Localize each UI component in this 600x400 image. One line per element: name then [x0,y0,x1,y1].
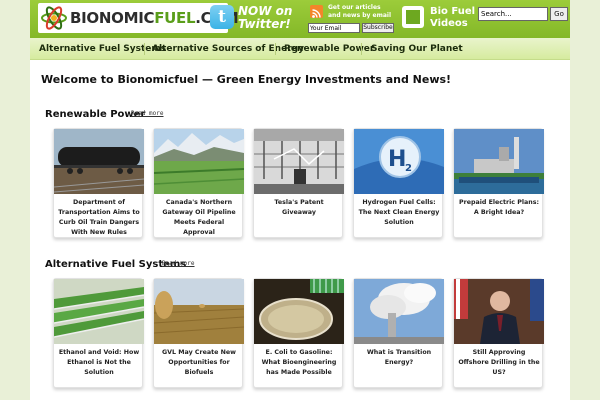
subscribe-text: Get our articles and news by email [328,4,391,20]
nav-divider [144,43,145,55]
logo-part-2: FUEL [154,9,196,27]
read-more-link[interactable]: Read more [131,110,164,117]
twitter-line-1: NOW on [238,4,293,18]
tesla-lab-image [254,129,344,194]
hay-bale-field-image [154,279,244,344]
article-card[interactable]: Ethanol and Void: How Ethanol is Not the… [53,278,144,388]
site-logo[interactable]: BIONOMICFUEL.COM [38,3,239,33]
power-plant-image [454,129,544,194]
film-icon [402,6,424,28]
svg-text:H: H [388,147,406,172]
article-caption: Canada's Northern Gateway Oil Pipeline M… [162,199,236,236]
email-input[interactable] [308,23,360,33]
search-go-button[interactable]: Go [550,7,568,21]
subscribe-line-2: and news by email [328,12,392,19]
nav-item-saving-our-planet[interactable]: Saving Our Planet [371,44,463,54]
videos-label: Bio Fuel Videos [430,6,475,30]
article-caption: Department of Transportation Aims to Cur… [58,199,140,236]
article-card[interactable]: What is Transition Energy? [353,278,444,388]
article-card[interactable]: Department of Transportation Aims to Cur… [53,128,144,238]
nav-item-alternative-fuel-systems[interactable]: Alternative Fuel Systems [39,44,166,54]
main-nav: Alternative Fuel Systems Alternative Sou… [30,38,570,60]
twitter-link[interactable]: t NOW on Twitter! [208,4,306,34]
read-more-link[interactable]: Read more [162,260,195,267]
article-card[interactable]: Tesla's Patent Giveaway [253,128,344,238]
page-title: Welcome to Bionomicfuel — Green Energy I… [41,73,452,86]
atom-logo-icon [41,6,67,30]
nav-item-alternative-sources[interactable]: Alternative Sources of Energy [152,44,304,54]
smokestack-image [354,279,444,344]
subscribe-line-1: Get our articles [328,4,381,11]
article-card[interactable]: Prepaid Electric Plans: A Bright Idea? [453,128,544,238]
article-caption: Ethanol and Void: How Ethanol is Not the… [58,349,140,376]
article-caption: E. Coli to Gasoline: What Bioengineering… [261,349,337,376]
logo-part-1: BIONOMIC [70,9,155,27]
email-subscribe: Get our articles and news by email Subsc… [308,4,398,34]
page: BIONOMICFUEL.COM t NOW on Twitter! Get o… [30,0,570,400]
twitter-icon: t [210,5,234,29]
article-card[interactable]: Canada's Northern Gateway Oil Pipeline M… [153,128,244,238]
nav-divider [361,43,362,55]
twitter-line-2: Twitter! [238,17,291,31]
article-caption: GVL May Create New Opportunities for Bio… [162,349,236,376]
svg-text:2: 2 [405,163,412,174]
article-card[interactable]: Still Approving Offshore Drilling in the… [453,278,544,388]
subscribe-button[interactable]: Subscribe [362,23,394,33]
bio-fuel-videos-link[interactable]: Bio Fuel Videos [400,4,475,34]
article-caption: What is Transition Energy? [366,349,432,366]
rss-icon [310,5,323,18]
petri-dish-image [254,279,344,344]
article-card[interactable]: E. Coli to Gasoline: What Bioengineering… [253,278,344,388]
president-podium-image [454,279,544,344]
site-header: BIONOMICFUEL.COM t NOW on Twitter! Get o… [30,0,570,38]
pipeline-mountains-image [154,129,244,194]
search-input[interactable] [478,7,548,21]
article-caption: Prepaid Electric Plans: A Bright Idea? [458,199,540,216]
article-card[interactable]: H 2 Hydrogen Fuel Cells: The Next Clean … [353,128,444,238]
videos-line-1: Bio Fuel [430,6,476,17]
videos-line-2: Videos [430,18,468,29]
article-caption: Hydrogen Fuel Cells: The Next Clean Ener… [358,199,440,226]
nav-divider [275,43,276,55]
algae-farm-image [54,279,144,344]
hydrogen-h2-image: H 2 [354,129,444,194]
article-caption: Tesla's Patent Giveaway [274,199,324,216]
article-caption: Still Approving Offshore Drilling in the… [458,349,540,376]
oil-train-image [54,129,144,194]
article-card[interactable]: GVL May Create New Opportunities for Bio… [153,278,244,388]
